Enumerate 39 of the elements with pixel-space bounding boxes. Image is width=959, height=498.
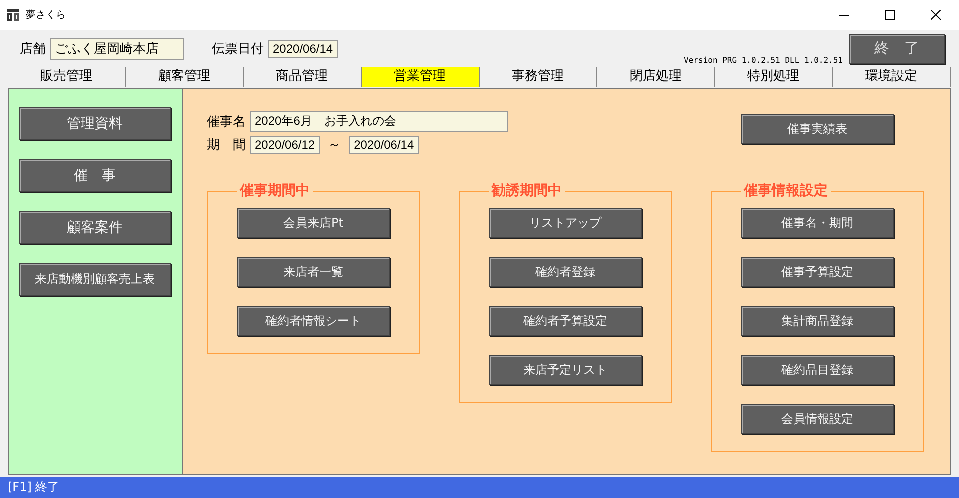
sidebar-button[interactable]: 顧客案件	[19, 211, 171, 244]
period-label: 期 間	[207, 137, 246, 154]
menu-button[interactable]: 会員情報設定	[741, 404, 894, 434]
sidebar-button[interactable]: 来店動機別顧客売上表	[19, 263, 171, 296]
menu-button[interactable]: リストアップ	[489, 208, 642, 238]
tab[interactable]: 事務管理	[480, 67, 598, 87]
report-button[interactable]: 催事実績表	[741, 114, 894, 144]
date-field[interactable]: 2020/06/14	[268, 40, 338, 58]
start-date-field[interactable]: 2020/06/12	[250, 136, 320, 154]
status-bar: [F1] 終了	[0, 477, 959, 498]
menu-button[interactable]: 確約品目登録	[741, 355, 894, 385]
maximize-icon[interactable]	[885, 10, 895, 20]
menu-button[interactable]: 確約者予算設定	[489, 306, 642, 336]
sidebar-button[interactable]: 管理資料	[19, 107, 171, 140]
menu-button[interactable]: 集計商品登録	[741, 306, 894, 336]
version-text: Version PRG 1.0.2.51 DLL 1.0.2.51	[684, 56, 843, 65]
window-title: 夢さくら	[26, 8, 66, 22]
sidebar-button[interactable]: 催 事	[19, 159, 171, 192]
store-label: 店舗	[20, 40, 46, 58]
menu-button[interactable]: 来店予定リスト	[489, 355, 642, 385]
group-title: 催事情報設定	[742, 182, 829, 200]
event-name-field[interactable]: 2020年6月 お手入れの会	[250, 111, 508, 132]
group-title: 催事期間中	[238, 182, 311, 200]
menu-button[interactable]: 来店者一覧	[237, 257, 390, 287]
menu-button[interactable]: 催事予算設定	[741, 257, 894, 287]
app-logo-icon	[6, 8, 20, 22]
store-field[interactable]: ごふく屋岡崎本店	[50, 38, 184, 60]
date-label: 伝票日付	[212, 40, 264, 58]
close-icon[interactable]	[931, 10, 941, 20]
exit-button[interactable]: 終 了	[849, 34, 945, 64]
event-name-label: 催事名	[207, 114, 246, 130]
menu-button[interactable]: 催事名・期間	[741, 208, 894, 238]
tab[interactable]: 営業管理	[362, 67, 480, 87]
range-separator: ～	[328, 137, 342, 154]
group-title: 勧誘期間中	[490, 182, 563, 200]
menu-button[interactable]: 確約者情報シート	[237, 306, 390, 336]
menu-button[interactable]: 会員来店Pt	[237, 208, 390, 238]
end-date-field[interactable]: 2020/06/14	[349, 136, 420, 154]
menu-button[interactable]: 確約者登録	[489, 257, 642, 287]
